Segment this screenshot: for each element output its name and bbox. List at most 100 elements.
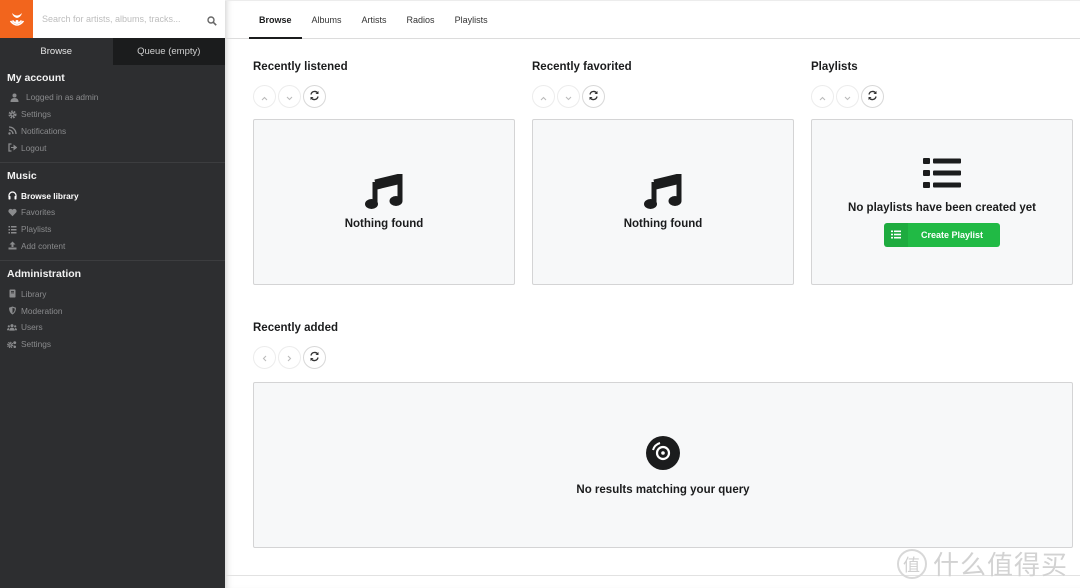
- sidebar-tab-browse[interactable]: Browse: [0, 38, 113, 65]
- top-nav: Browse Albums Artists Radios Playlists: [225, 0, 1080, 39]
- sidebar-section-administration: Administration Library Moderation Users …: [0, 261, 225, 358]
- list-icon: [884, 222, 908, 247]
- empty-message: Nothing found: [344, 218, 424, 230]
- sidebar-item-moderation[interactable]: Moderation: [0, 302, 225, 319]
- sidebar-item-settings[interactable]: Settings: [0, 106, 225, 123]
- sidebar-item-label: Settings: [21, 339, 51, 350]
- next-button[interactable]: [278, 85, 301, 108]
- tab-browse[interactable]: Browse: [249, 1, 302, 39]
- sidebar-header: My account: [7, 72, 65, 84]
- recently-listened-title: Recently listened: [253, 61, 348, 73]
- sidebar-item-add-content[interactable]: Add content: [0, 238, 225, 255]
- next-button[interactable]: [836, 85, 859, 108]
- list-icon: [923, 157, 961, 193]
- chevron-up-icon: [540, 88, 547, 106]
- sidebar-item-label: Users: [21, 322, 43, 333]
- chevron-up-icon: [819, 88, 826, 106]
- watermark-badge: 值: [896, 548, 927, 579]
- tab-playlists[interactable]: Playlists: [445, 1, 498, 38]
- chevron-down-icon: [286, 88, 293, 106]
- music-note-icon: [644, 172, 682, 215]
- sidebar-item-label: Browse library: [21, 190, 79, 201]
- chevron-up-icon: [261, 88, 268, 106]
- next-button[interactable]: [278, 346, 301, 369]
- recently-listened-empty-card: Nothing found: [253, 119, 515, 285]
- refresh-button[interactable]: [582, 85, 605, 108]
- sidebar-header: Administration: [7, 268, 82, 281]
- sidebar-item-users[interactable]: Users: [0, 319, 225, 336]
- create-playlist-label: Create Playlist: [920, 229, 984, 240]
- rss-icon: [7, 126, 17, 136]
- sidebar-item-label: Playlists: [21, 224, 52, 235]
- refresh-button[interactable]: [303, 85, 326, 108]
- sidebar-section-my-account: My account Logged in as admin Settings N…: [0, 65, 225, 164]
- users-icon: [7, 322, 17, 332]
- sidebar-item-label: Logout: [21, 142, 47, 153]
- funkwhale-logo-icon[interactable]: [0, 0, 33, 38]
- list-icon: [7, 224, 17, 234]
- user-icon: [9, 92, 19, 102]
- book-icon: [7, 289, 17, 299]
- playlists-title: Playlists: [811, 61, 858, 73]
- sidebar: Browse Queue (empty) My account Logged i…: [0, 0, 225, 588]
- sidebar-item-label: Logged in as admin: [26, 92, 99, 103]
- sidebar-item-label: Notifications: [21, 125, 67, 136]
- chevron-down-icon: [844, 88, 851, 106]
- refresh-button[interactable]: [303, 346, 326, 369]
- search-box: [33, 0, 225, 38]
- previous-button[interactable]: [253, 346, 276, 369]
- sidebar-section-music: Music Browse library Favorites Playlists…: [0, 163, 225, 262]
- tab-artists[interactable]: Artists: [352, 1, 397, 38]
- refresh-icon: [309, 349, 320, 367]
- sidebar-item-notifications[interactable]: Notifications: [0, 123, 225, 140]
- sign-out-icon: [7, 143, 17, 153]
- watermark-text: 什么值得买: [932, 551, 1068, 581]
- sidebar-item-label: Moderation: [21, 305, 63, 316]
- sidebar-item-label: Settings: [21, 109, 51, 120]
- main-content: Browse Albums Artists Radios Playlists R…: [225, 0, 1080, 588]
- tab-albums[interactable]: Albums: [302, 1, 352, 38]
- refresh-icon: [867, 88, 878, 106]
- shield-icon: [7, 306, 17, 316]
- search-icon[interactable]: [207, 13, 217, 31]
- recently-added-title: Recently added: [253, 322, 338, 334]
- previous-button[interactable]: [532, 85, 555, 108]
- sidebar-header: Music: [7, 170, 37, 183]
- sidebar-item-playlists[interactable]: Playlists: [0, 221, 225, 238]
- tab-radios[interactable]: Radios: [397, 1, 445, 38]
- sidebar-item-browse-library[interactable]: Browse library: [0, 187, 225, 204]
- search-input[interactable]: [33, 0, 225, 38]
- cogs-icon: [7, 339, 17, 349]
- recently-favorited-empty-card: Nothing found: [532, 119, 794, 285]
- sidebar-item-label: Library: [21, 288, 47, 299]
- refresh-icon: [309, 88, 320, 106]
- chevron-right-icon: [287, 349, 292, 367]
- create-playlist-button[interactable]: Create Playlist: [884, 222, 1000, 247]
- empty-message: No results matching your query: [576, 483, 750, 496]
- watermark: 值 什么值得买: [896, 545, 1068, 582]
- music-note-icon: [365, 172, 403, 215]
- empty-message: No playlists have been created yet: [848, 201, 1036, 214]
- previous-button[interactable]: [253, 85, 276, 108]
- playlists-empty-card: No playlists have been created yet Creat…: [811, 119, 1073, 285]
- refresh-button[interactable]: [861, 85, 884, 108]
- previous-button[interactable]: [811, 85, 834, 108]
- chevron-down-icon: [565, 88, 572, 106]
- sidebar-item-library[interactable]: Library: [0, 285, 225, 302]
- recently-added-empty-card: No results matching your query: [253, 382, 1073, 548]
- sidebar-item-favorites[interactable]: Favorites: [0, 204, 225, 221]
- disc-icon: [645, 435, 681, 476]
- sidebar-item-logged-in[interactable]: Logged in as admin: [0, 89, 225, 106]
- next-button[interactable]: [557, 85, 580, 108]
- recently-favorited-title: Recently favorited: [532, 61, 632, 73]
- sidebar-tab-queue[interactable]: Queue (empty): [112, 38, 225, 65]
- headphones-icon: [7, 191, 17, 201]
- sidebar-item-label: Add content: [21, 240, 66, 251]
- sidebar-item-admin-settings[interactable]: Settings: [0, 336, 225, 353]
- sidebar-item-label: Favorites: [21, 207, 56, 218]
- chevron-left-icon: [262, 349, 267, 367]
- sidebar-item-logout[interactable]: Logout: [0, 139, 225, 156]
- upload-icon: [7, 241, 17, 251]
- empty-message: Nothing found: [623, 218, 703, 230]
- refresh-icon: [588, 88, 599, 106]
